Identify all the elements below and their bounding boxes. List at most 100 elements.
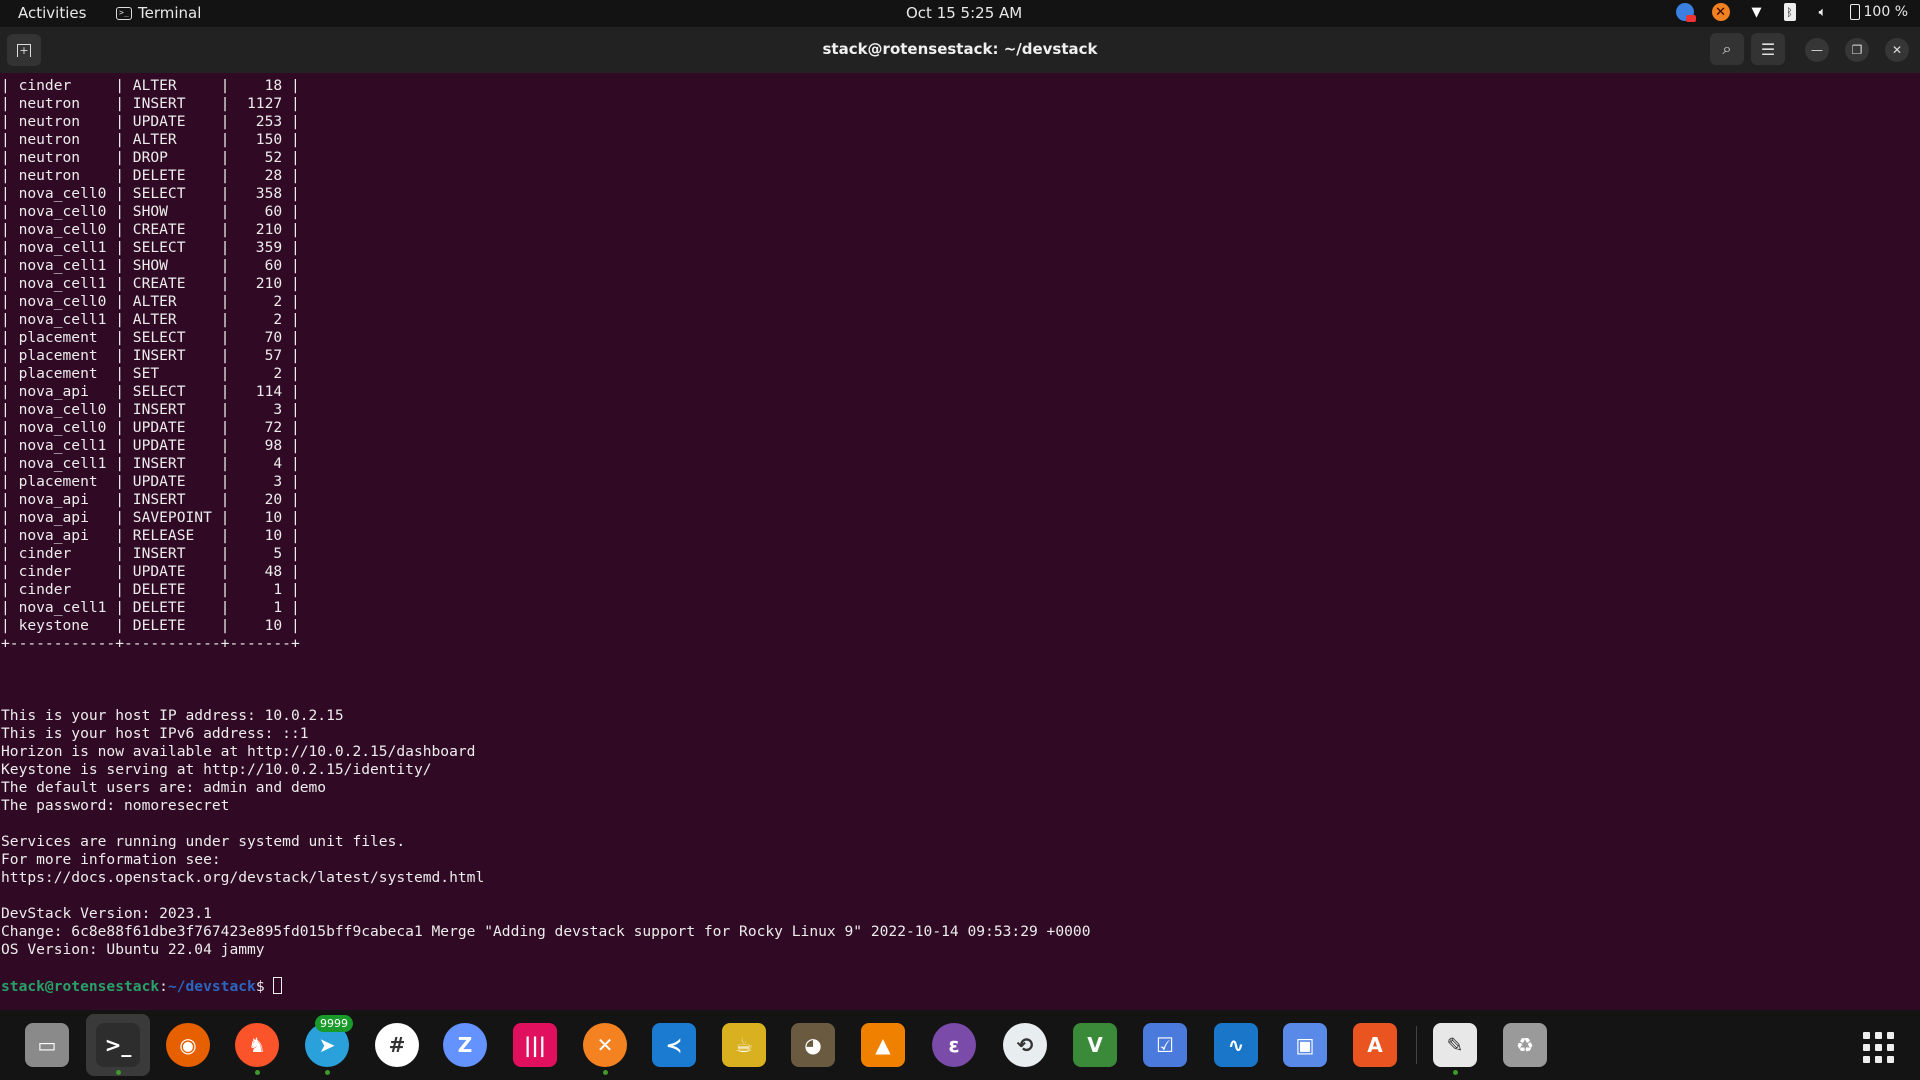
xampp-icon[interactable]: ✕ [1711, 3, 1730, 21]
dock-separator [1416, 1026, 1417, 1064]
gimp-icon: ◕ [791, 1023, 835, 1067]
table-row: | cinder | INSERT | 5 | [1, 545, 300, 562]
dock-item-gimp[interactable]: ◕ [781, 1014, 845, 1076]
maximize-icon: ❐ [1851, 43, 1863, 57]
window-titlebar: + stack@rotensestack: ~/devstack ⌕ ☰ — ❐… [0, 27, 1920, 73]
dock-item-app-center[interactable]: A [1343, 1014, 1407, 1076]
dock-item-telegram[interactable]: ➤ 9999 [295, 1014, 359, 1076]
table-row: | placement | SET | 2 | [1, 365, 300, 382]
telegram-icon: ➤ 9999 [305, 1015, 353, 1067]
battery-indicator[interactable]: 100 % [1849, 4, 1908, 20]
shell-prompt[interactable]: stack@rotensestack:~/devstack$ [1, 977, 1091, 995]
close-icon: ✕ [1891, 43, 1903, 57]
clock[interactable]: Oct 15 5:25 AM [906, 4, 1022, 22]
search-button[interactable]: ⌕ [1710, 33, 1744, 65]
table-row: | nova_cell0 | SELECT | 358 | [1, 185, 300, 202]
dock-item-teapot[interactable]: ☕ [712, 1014, 776, 1076]
battery-icon [1849, 4, 1860, 20]
output-line: Horizon is now available at http://10.0.… [1, 743, 476, 760]
app-menu[interactable]: >_ Terminal [116, 4, 201, 22]
prompt-path: ~/devstack [167, 978, 256, 995]
table-row: | nova_cell1 | CREATE | 210 | [1, 275, 300, 292]
dock-item-vim[interactable]: V [1063, 1014, 1127, 1076]
output-line: DevStack Version: 2023.1 [1, 905, 212, 922]
table-row: | cinder | ALTER | 18 | [1, 77, 300, 94]
dock-item-vscode[interactable]: ≺ [642, 1014, 706, 1076]
dock-item-firefox[interactable]: ◉ [156, 1014, 220, 1076]
wifi-icon[interactable]: ▼ [1748, 3, 1766, 21]
table-row: | nova_cell0 | ALTER | 2 | [1, 293, 300, 310]
activities-button[interactable]: Activities [18, 4, 86, 22]
running-indicator [254, 1070, 260, 1075]
maximize-button[interactable]: ❐ [1845, 38, 1869, 62]
chrome-remote-icon[interactable] [1675, 3, 1696, 22]
trash-icon: ♻ [1503, 1023, 1547, 1067]
text-editor-icon: ✎ [1433, 1023, 1477, 1067]
table-row: | nova_cell0 | INSERT | 3 | [1, 401, 300, 418]
window-title: stack@rotensestack: ~/devstack [822, 40, 1098, 58]
output-line: OS Version: Ubuntu 22.04 jammy [1, 941, 265, 958]
terminal-output: | cinder | ALTER | 18 | | neutron | INSER… [1, 77, 1091, 995]
emacs-icon: ε [932, 1023, 976, 1067]
dock-item-terminal[interactable]: >_ [86, 1014, 150, 1076]
close-button[interactable]: ✕ [1885, 38, 1909, 62]
table-row: | nova_cell1 | SELECT | 359 | [1, 239, 300, 256]
dock-item-files[interactable]: ▭ [15, 1014, 79, 1076]
table-row: | placement | UPDATE | 3 | [1, 473, 300, 490]
tasks-icon: ☑ [1143, 1023, 1187, 1067]
table-row: | nova_cell1 | INSERT | 4 | [1, 455, 300, 472]
system-tray[interactable]: ✕ ▼ ᛒ 🔈︎ 100 % [1675, 3, 1908, 22]
gitkraken-icon: ||| [513, 1023, 557, 1067]
dock-item-vlc[interactable]: ▲ [851, 1014, 915, 1076]
table-row: | nova_api | RELEASE | 10 | [1, 527, 300, 544]
notification-badge: 9999 [315, 1015, 353, 1032]
dock-item-xampp[interactable]: ✕ [573, 1014, 637, 1076]
teapot-icon: ☕ [722, 1023, 766, 1067]
top-bar: Activities >_ Terminal Oct 15 5:25 AM ✕ … [0, 0, 1920, 27]
dock-item-tasks[interactable]: ☑ [1133, 1014, 1197, 1076]
dock: ▭ >_ ◉ ♞ ➤ 9999 # Z ||| ✕ ≺ ☕ ◕ ▲ ε ⟲ V ☑ ∿ ▣ A ✎ ♻ [0, 1010, 1920, 1080]
vscode-icon: ≺ [652, 1023, 696, 1067]
output-line: This is your host IP address: 10.0.2.15 [1, 707, 344, 724]
volume-icon[interactable]: 🔈︎ [1814, 3, 1832, 21]
battery-percent: 100 % [1863, 4, 1908, 20]
system-monitor-icon: ∿ [1214, 1023, 1258, 1067]
table-row: | nova_cell1 | DELETE | 1 | [1, 599, 300, 616]
dock-item-zulip[interactable]: Z [433, 1014, 497, 1076]
dock-item-text-editor[interactable]: ✎ [1423, 1014, 1487, 1076]
terminal-view[interactable]: | cinder | ALTER | 18 | | neutron | INSER… [0, 73, 1920, 1005]
search-icon: ⌕ [1722, 39, 1732, 58]
table-row: | nova_api | SAVEPOINT | 10 | [1, 509, 300, 526]
zulip-icon: Z [443, 1023, 487, 1067]
vim-icon: V [1073, 1023, 1117, 1067]
dock-item-emacs[interactable]: ε [922, 1014, 986, 1076]
table-row: | nova_cell0 | CREATE | 210 | [1, 221, 300, 238]
dock-item-system-monitor[interactable]: ∿ [1204, 1014, 1268, 1076]
show-apps-button[interactable] [1863, 1032, 1894, 1063]
dock-item-remmina[interactable]: ⟲ [993, 1014, 1057, 1076]
menu-button[interactable]: ☰ [1751, 33, 1785, 65]
minimize-icon: — [1811, 43, 1823, 57]
dock-item-slack[interactable]: # [365, 1014, 429, 1076]
dock-item-workspaces[interactable]: ▣ [1273, 1014, 1337, 1076]
output-line: https://docs.openstack.org/devstack/late… [1, 869, 485, 886]
table-row: | neutron | ALTER | 150 | [1, 131, 300, 148]
dock-item-gitkraken[interactable]: ||| [503, 1014, 567, 1076]
minimize-button[interactable]: — [1805, 38, 1829, 62]
table-row: | placement | SELECT | 70 | [1, 329, 300, 346]
table-row: | cinder | DELETE | 1 | [1, 581, 300, 598]
bluetooth-icon[interactable]: ᛒ [1783, 3, 1796, 21]
dock-item-brave[interactable]: ♞ [225, 1014, 289, 1076]
table-row: | nova_cell0 | SHOW | 60 | [1, 203, 300, 220]
output-line: For more information see: [1, 851, 221, 868]
output-line: Change: 6c8e88f61dbe3f767423e895fd015bff… [1, 923, 1091, 940]
prompt-symbol: $ [255, 978, 274, 995]
table-row: | nova_api | INSERT | 20 | [1, 491, 300, 508]
dock-item-trash[interactable]: ♻ [1493, 1014, 1557, 1076]
vlc-icon: ▲ [861, 1023, 905, 1067]
table-row: | neutron | UPDATE | 253 | [1, 113, 300, 130]
